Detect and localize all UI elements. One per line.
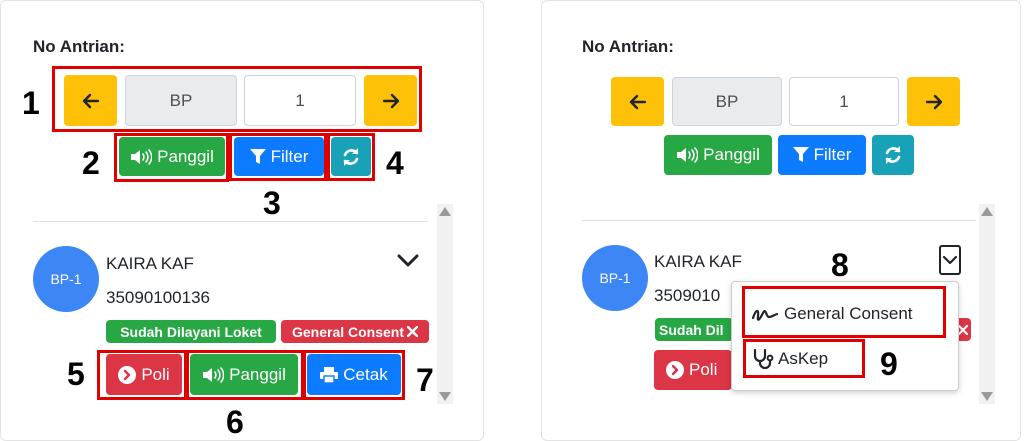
queue-number-field-right[interactable]: 1 bbox=[789, 77, 899, 126]
annotation-box-9 bbox=[743, 339, 865, 378]
queue-prefix-field-right: BP bbox=[672, 77, 782, 126]
filter-label-right: Filter bbox=[813, 145, 852, 164]
patient-id: 35090100136 bbox=[106, 288, 211, 307]
annotation-box-7 bbox=[303, 350, 405, 400]
panggil-label-right: Panggil bbox=[703, 145, 760, 164]
annotation-number-5: 5 bbox=[67, 356, 85, 392]
panggil-button-right[interactable]: Panggil bbox=[664, 135, 772, 175]
status-badge-consent[interactable]: General Consent bbox=[281, 320, 429, 343]
patient-avatar-right: BP-1 bbox=[582, 245, 648, 311]
annotation-number-1: 1 bbox=[22, 85, 40, 121]
annotation-box-1 bbox=[52, 66, 422, 132]
annotation-number-6: 6 bbox=[226, 404, 244, 440]
annotation-box-6 bbox=[186, 350, 304, 400]
annotation-box-5 bbox=[97, 350, 187, 400]
annotation-number-2: 2 bbox=[82, 145, 100, 181]
annotation-box-2 bbox=[114, 133, 229, 182]
annotation-box-4 bbox=[327, 133, 375, 181]
status-badge-loket: Sudah Dilayani Loket bbox=[106, 320, 276, 343]
scroll-up-icon[interactable] bbox=[439, 207, 451, 216]
close-icon[interactable] bbox=[958, 324, 968, 335]
right-divider bbox=[582, 220, 976, 221]
patient-avatar: BP-1 bbox=[33, 246, 99, 312]
poli-label-right: Poli bbox=[689, 360, 718, 379]
close-icon[interactable] bbox=[407, 326, 419, 337]
patient-id-right: 3509010 bbox=[654, 286, 721, 305]
annotation-box-3 bbox=[229, 133, 327, 181]
annotation-number-7: 7 bbox=[416, 362, 434, 398]
scroll-up-icon[interactable] bbox=[981, 207, 993, 216]
filter-icon bbox=[792, 147, 809, 163]
status-badge-loket-right: Sudah Dil bbox=[655, 318, 733, 341]
chevron-down-icon[interactable] bbox=[397, 254, 419, 268]
volume-icon bbox=[676, 147, 699, 163]
chevron-down-icon[interactable] bbox=[939, 245, 961, 275]
chevron-circle-right-icon bbox=[666, 361, 684, 379]
right-scrollbar[interactable] bbox=[979, 204, 995, 404]
filter-button-right[interactable]: Filter bbox=[778, 135, 866, 175]
poli-button-right[interactable]: Poli bbox=[654, 350, 732, 390]
annotation-number-3: 3 bbox=[263, 185, 281, 221]
refresh-icon bbox=[882, 144, 904, 166]
annotation-number-9: 9 bbox=[880, 346, 898, 382]
refresh-button-right[interactable] bbox=[872, 135, 914, 175]
arrow-right-icon bbox=[924, 92, 944, 112]
scroll-down-icon[interactable] bbox=[981, 392, 993, 401]
annotation-box-8 bbox=[742, 286, 946, 338]
left-divider bbox=[33, 221, 428, 222]
patient-name-right: KAIRA KAF bbox=[654, 252, 742, 271]
left-scrollbar[interactable] bbox=[437, 204, 453, 404]
badge-consent-label: General Consent bbox=[291, 323, 405, 340]
next-queue-button-right[interactable] bbox=[907, 77, 960, 126]
annotation-number-8: 8 bbox=[831, 247, 849, 283]
no-antrian-label-right: No Antrian: bbox=[582, 37, 674, 56]
annotation-number-4: 4 bbox=[386, 145, 404, 181]
patient-name: KAIRA KAF bbox=[106, 254, 194, 273]
prev-queue-button-right[interactable] bbox=[611, 77, 664, 126]
arrow-left-icon bbox=[628, 92, 648, 112]
scroll-down-icon[interactable] bbox=[439, 392, 451, 401]
no-antrian-label: No Antrian: bbox=[33, 37, 125, 56]
